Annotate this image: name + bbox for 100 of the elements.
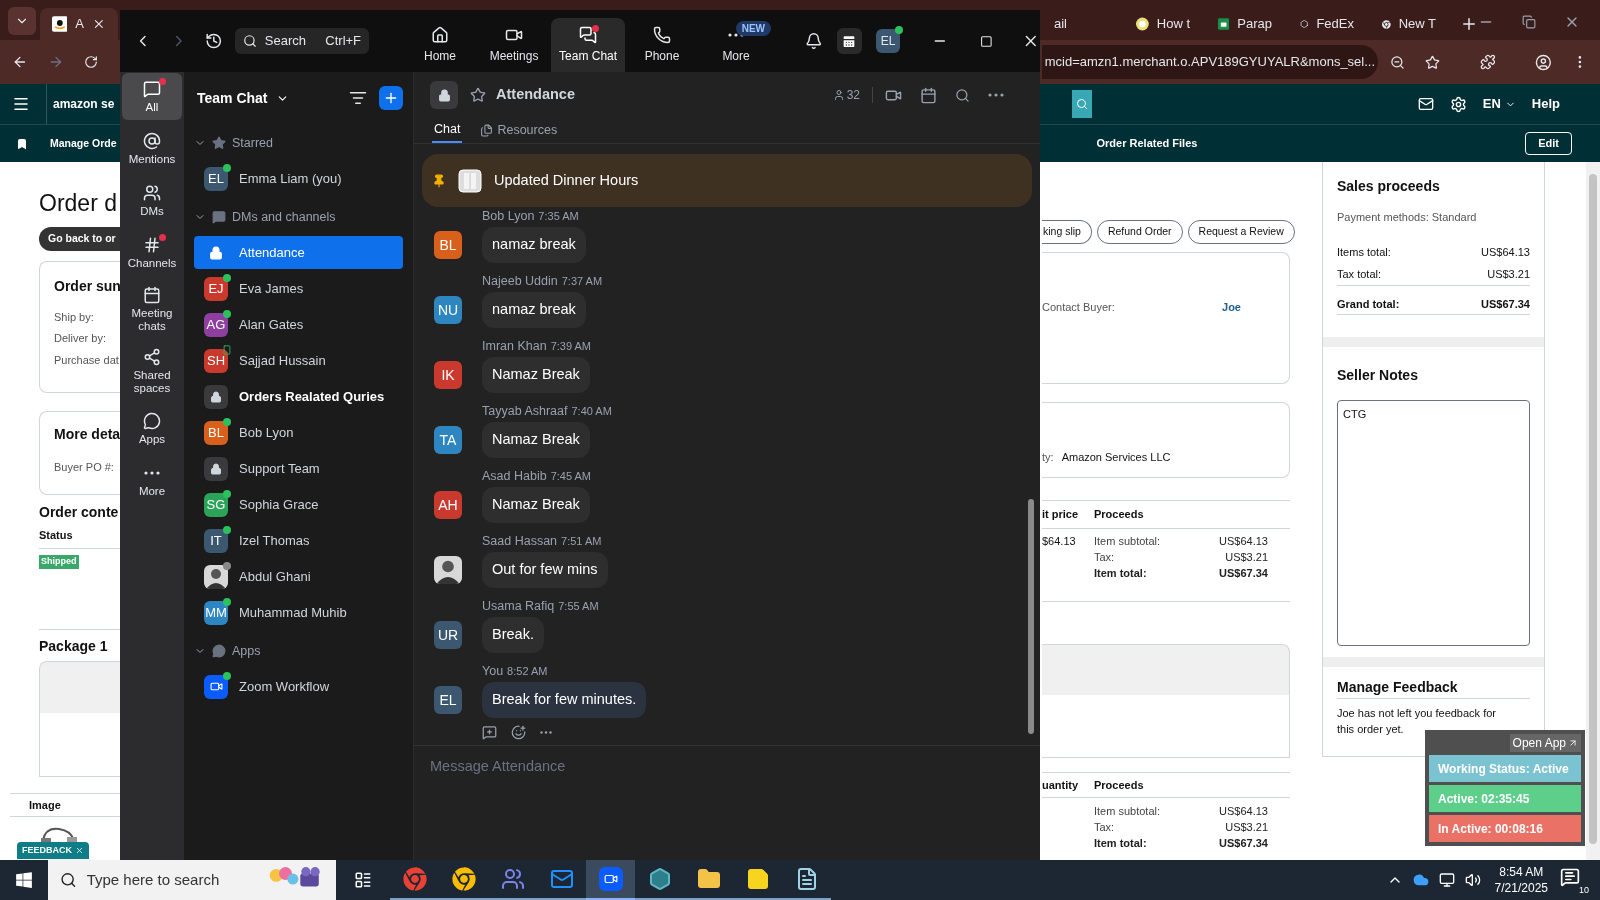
browser-tab[interactable]: Parap [1206, 8, 1284, 40]
author-name[interactable]: Imran Khan [482, 339, 547, 354]
rail-item[interactable]: All [122, 73, 182, 120]
scrollbar[interactable] [1028, 499, 1034, 734]
page-scrollbar[interactable] [1586, 162, 1600, 860]
conversation-item[interactable]: EL Emma Liam (you) [194, 162, 403, 195]
nav-link[interactable]: Manage Orde [50, 135, 117, 152]
more-icon[interactable] [540, 731, 552, 734]
search-field[interactable]: Search Ctrl+F [234, 28, 370, 54]
task-view-icon[interactable] [354, 871, 372, 889]
nav-link[interactable]: Order Related Files [1096, 135, 1198, 152]
taskbar-search[interactable]: Type here to search [48, 860, 336, 900]
star-icon[interactable] [470, 87, 486, 103]
browser-tab[interactable]: A [39, 8, 118, 40]
author-name[interactable]: Usama Rafiq [482, 599, 555, 614]
rail-item[interactable]: Shared spaces [122, 343, 182, 400]
browser-tab[interactable]: ail [1042, 8, 1120, 40]
sidebar-title[interactable]: Team Chat [197, 87, 289, 109]
nav-tab[interactable]: Team Chat [551, 18, 626, 72]
bookmark-star-icon[interactable] [1424, 53, 1440, 71]
section-header[interactable]: DMs and channels [194, 198, 403, 236]
search-button[interactable] [1072, 90, 1093, 118]
clock[interactable]: 8:54 AM 7/21/2025 [1494, 864, 1548, 896]
notes-field[interactable]: CTG [1337, 400, 1530, 646]
reply-icon[interactable] [482, 725, 497, 740]
settings-icon[interactable] [1449, 95, 1467, 113]
cloud-icon[interactable] [1412, 872, 1429, 888]
start-icon[interactable] [15, 871, 33, 889]
conversation-item[interactable]: Zoom Workflow [194, 670, 403, 703]
more-icon[interactable] [988, 93, 1004, 97]
history-icon[interactable] [205, 32, 223, 50]
profile-icon[interactable] [1535, 52, 1553, 72]
author-name[interactable]: Bob Lyon [482, 209, 535, 224]
seller-logo[interactable]: amazon se [53, 95, 115, 113]
rail-item[interactable]: More [122, 457, 182, 504]
notifications-button[interactable]: 10 [1560, 865, 1590, 895]
edit-button[interactable]: Edit [1525, 132, 1572, 155]
menu-icon[interactable] [12, 95, 30, 113]
add-button[interactable] [379, 86, 403, 110]
browser-tab[interactable]: New T [1370, 8, 1448, 40]
nav-tab[interactable]: NEW More [699, 18, 774, 72]
profile-avatar[interactable]: EL [876, 29, 901, 53]
zoom-icon[interactable] [1389, 53, 1405, 71]
bookmark-icon[interactable] [16, 137, 28, 150]
conversation-item[interactable]: SH Sajjad Hussain [194, 344, 403, 377]
buyer-link[interactable]: Joe [1222, 299, 1241, 316]
rail-item[interactable]: Meeting chats [122, 281, 182, 338]
volume-icon[interactable] [1464, 872, 1481, 888]
section-header[interactable]: Apps [194, 632, 403, 670]
maximize-icon[interactable] [979, 34, 993, 48]
address-bar[interactable]: mcid=amzn1.merchant.o.APV189GYUYALR&mons_sel... [1041, 45, 1378, 79]
nav-tab[interactable]: Home [403, 18, 478, 72]
conversation-item[interactable]: SG Sophia Grace [194, 488, 403, 521]
conversation-item[interactable]: EJ Eva James [194, 272, 403, 305]
rail-item[interactable]: Channels [122, 229, 182, 276]
section-header[interactable]: Starred [194, 124, 403, 162]
rail-item[interactable]: DMs [122, 177, 182, 224]
message-field[interactable]: Message Attendance [430, 756, 1024, 796]
conversation-item[interactable]: Support Team [194, 452, 403, 485]
conversation-item[interactable]: MM Muhammad Muhib [194, 596, 403, 629]
author-name[interactable]: Najeeb Uddin [482, 274, 558, 289]
nav-tab[interactable]: Meetings [477, 18, 552, 72]
conversation-item[interactable]: BL Bob Lyon [194, 416, 403, 449]
filter-icon[interactable] [349, 89, 367, 107]
calendar-icon[interactable] [920, 86, 937, 104]
mail-icon[interactable] [1417, 96, 1434, 112]
search-icon[interactable] [955, 87, 970, 103]
extensions-icon[interactable] [1479, 53, 1496, 71]
rail-item[interactable]: Apps [122, 405, 182, 452]
calendar-button[interactable] [836, 28, 863, 54]
conversation-item[interactable]: Attendance [194, 236, 403, 269]
rail-item[interactable]: Mentions [122, 125, 182, 172]
conversation-item[interactable]: AG Alan Gates [194, 308, 403, 341]
conversation-item[interactable]: Orders Realated Quries [194, 380, 403, 413]
bell-icon[interactable] [805, 32, 823, 50]
search-input[interactable]: Type here to search [86, 868, 257, 892]
emoji-icon[interactable] [511, 725, 526, 740]
author-name[interactable]: Saad Hassan [482, 534, 558, 549]
chat-tab[interactable]: Resources [478, 117, 560, 143]
restore-icon[interactable] [1522, 15, 1536, 29]
browser-tab[interactable]: How t [1124, 8, 1202, 40]
browser-tab[interactable]: FedEx [1288, 8, 1366, 40]
conversation-item[interactable]: IT Izel Thomas [194, 524, 403, 557]
member-count[interactable]: 32 [832, 86, 860, 104]
author-name[interactable]: You [482, 664, 504, 679]
taskbar-app[interactable] [586, 860, 635, 900]
reload-icon[interactable] [83, 54, 98, 70]
author-name[interactable]: Tayyab Ashraaf [482, 404, 568, 419]
pinned-message[interactable]: Updated Dinner Hours [422, 154, 1032, 207]
feedback-tab[interactable]: FEEDBACK [17, 842, 89, 859]
language-menu[interactable]: EN [1482, 94, 1516, 114]
conversation-item[interactable]: Abdul Ghani [194, 560, 403, 593]
author-name[interactable]: Asad Habib [482, 469, 547, 484]
nav-tab[interactable]: Phone [625, 18, 700, 72]
help-link[interactable]: Help [1531, 94, 1560, 114]
network-icon[interactable] [1438, 872, 1455, 888]
tab-search-button[interactable] [8, 7, 36, 35]
new-tab-icon[interactable] [1460, 15, 1478, 33]
back-button[interactable]: Go back to or [39, 226, 120, 251]
open-app-button[interactable]: Open App [1509, 734, 1581, 752]
